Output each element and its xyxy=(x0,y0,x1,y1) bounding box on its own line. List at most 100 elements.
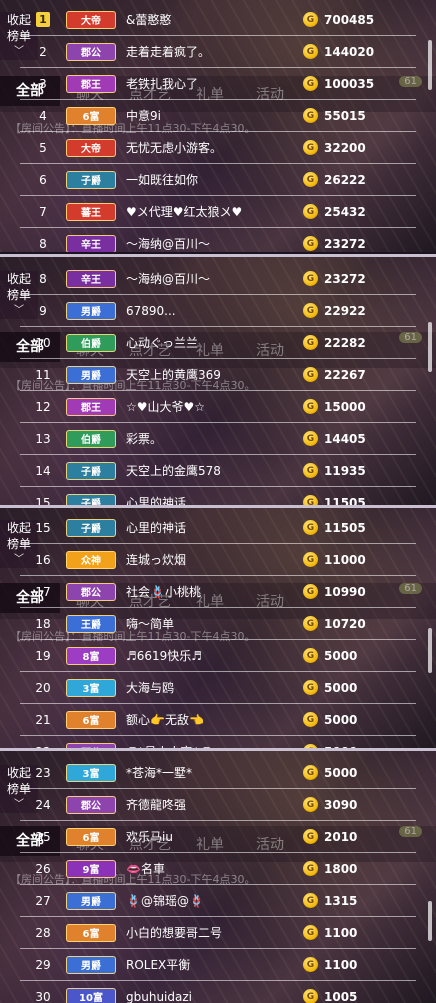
rank-number: 26 xyxy=(20,862,66,876)
user-name[interactable]: 小白的想要哥二号 xyxy=(126,924,303,941)
user-name[interactable]: ♬6619快乐♬ xyxy=(126,647,303,664)
user-name[interactable]: ～海纳@百川～ xyxy=(126,270,303,287)
ranking-row[interactable]: 29男爵ROLEX平衡G1100 xyxy=(20,949,416,981)
user-name[interactable]: 一如既往如你 xyxy=(126,171,303,188)
ranking-list[interactable]: 233富*苍海*一墅*G500024郡公齐德龍咚强G3090256富欢乐马iuG… xyxy=(20,757,416,1003)
noble-rank-badge: 6富 xyxy=(66,107,116,125)
user-name[interactable]: ☆♥山大爷♥☆ xyxy=(126,398,303,415)
contribution-value: 3090 xyxy=(324,798,416,812)
ranking-row[interactable]: 256富欢乐马iuG2010 xyxy=(20,821,416,853)
user-name[interactable]: ～海纳@百川～ xyxy=(126,235,303,252)
ranking-row[interactable]: 14子爵天空上的金鹰578G11935 xyxy=(20,455,416,487)
user-name[interactable]: 连城っ炊烟 xyxy=(126,551,303,568)
contribution-value: 23272 xyxy=(324,272,416,286)
ranking-list[interactable]: 15子爵心里的神话G1150516众神连城っ炊烟G1100017郡公社会🪢小桃桃… xyxy=(20,512,416,751)
ranking-row[interactable]: 18王爵嗨～简单G10720 xyxy=(20,608,416,640)
user-name[interactable]: 天空上的金鹰578 xyxy=(126,462,303,479)
user-name[interactable]: 走着走着疯了。 xyxy=(126,43,303,60)
user-name[interactable]: 心里的神话 xyxy=(126,519,303,536)
list-scrollbar[interactable] xyxy=(428,322,432,372)
rank-number: 9 xyxy=(20,304,66,318)
user-name[interactable]: 社会🪢小桃桃 xyxy=(126,583,303,600)
list-scrollbar[interactable] xyxy=(428,628,432,673)
ranking-row[interactable]: 216富额心👉无敌👈G5000 xyxy=(20,704,416,736)
user-name[interactable]: 嗨～简单 xyxy=(126,615,303,632)
ranking-row[interactable]: 15子爵心里的神话G11505 xyxy=(20,487,416,507)
user-name[interactable]: 彩票。 xyxy=(126,430,303,447)
noble-rank-badge: 王爵 xyxy=(66,615,116,633)
coin-icon: G xyxy=(303,76,318,91)
contribution-value: 11505 xyxy=(324,521,416,535)
noble-rank-badge: 8富 xyxy=(66,647,116,665)
user-name[interactable]: 67890... xyxy=(126,304,303,318)
coin-icon: G xyxy=(303,367,318,382)
ranking-row[interactable]: 15子爵心里的神话G11505 xyxy=(20,512,416,544)
user-name[interactable]: &蕾憨憨 xyxy=(126,11,303,28)
ranking-row[interactable]: 10伯爵心动ぐっ兰兰G22282 xyxy=(20,327,416,359)
contribution-value: 11935 xyxy=(324,464,416,478)
ranking-row[interactable]: 198富♬6619快乐♬G5000 xyxy=(20,640,416,672)
coin-icon: G xyxy=(303,648,318,663)
user-name[interactable]: *苍海*一墅* xyxy=(126,764,303,781)
noble-rank-badge: 伯爵 xyxy=(66,430,116,448)
ranking-list[interactable]: 8辛王～海纳@百川～G232729男爵67890...G2292210伯爵心动ぐ… xyxy=(20,263,416,507)
coin-icon: G xyxy=(303,44,318,59)
user-name[interactable]: gbuhuidazi xyxy=(126,990,303,1003)
user-name[interactable]: 天空上的黄鹰369 xyxy=(126,366,303,383)
leaderboard-panel-3: 全部聊天点才艺礼单活动61【房间公告】：直播时间上午11点30-下午4点30。全… xyxy=(0,505,436,751)
user-name[interactable]: 心动ぐっ兰兰 xyxy=(126,334,303,351)
ranking-row[interactable]: 5大帝无忧无虑小游客。G32200 xyxy=(20,132,416,164)
user-name[interactable]: 大海与鸥 xyxy=(126,679,303,696)
ranking-row[interactable]: 9男爵67890...G22922 xyxy=(20,295,416,327)
list-scrollbar[interactable] xyxy=(428,901,432,941)
user-name[interactable]: 额心👉无敌👈 xyxy=(126,711,303,728)
ranking-row[interactable]: 203富大海与鸥G5000 xyxy=(20,672,416,704)
contribution-value: 22282 xyxy=(324,336,416,350)
ranking-row[interactable]: 6子爵一如既往如你G26222 xyxy=(20,164,416,196)
list-scrollbar[interactable] xyxy=(428,40,432,90)
noble-rank-badge: 男爵 xyxy=(66,302,116,320)
contribution-value: 1800 xyxy=(324,862,416,876)
rank-number: 6 xyxy=(20,173,66,187)
ranking-row[interactable]: 13伯爵彩票。G14405 xyxy=(20,423,416,455)
user-name[interactable]: 无忧无虑小游客。 xyxy=(126,139,303,156)
rank-number: 28 xyxy=(20,926,66,940)
ranking-row[interactable]: 233富*苍海*一墅*G5000 xyxy=(20,757,416,789)
user-name[interactable]: ♥〤代理♥红太狼〤♥ xyxy=(126,203,303,220)
ranking-row[interactable]: 3郡王老铁扎我心了G100035 xyxy=(20,68,416,100)
ranking-row[interactable]: 269富👄名車G1800 xyxy=(20,853,416,885)
ranking-row[interactable]: 286富小白的想要哥二号G1100 xyxy=(20,917,416,949)
user-name[interactable]: 🪢@锦瑶@🪢 xyxy=(126,892,303,909)
ranking-row[interactable]: 7蕃王♥〤代理♥红太狼〤♥G25432 xyxy=(20,196,416,228)
ranking-row[interactable]: 24郡公齐德龍咚强G3090 xyxy=(20,789,416,821)
noble-rank-badge: 子爵 xyxy=(66,171,116,189)
coin-icon: G xyxy=(303,12,318,27)
user-name[interactable]: 齐德龍咚强 xyxy=(126,796,303,813)
user-name[interactable]: 中意9i xyxy=(126,107,303,124)
rank-number: 2 xyxy=(20,45,66,59)
ranking-row[interactable]: 46富中意9iG55015 xyxy=(20,100,416,132)
user-name[interactable]: 欢乐马iu xyxy=(126,828,303,845)
noble-rank-badge: 伯爵 xyxy=(66,334,116,352)
coin-icon: G xyxy=(303,957,318,972)
contribution-value: 11000 xyxy=(324,553,416,567)
ranking-row[interactable]: 1大帝&蕾憨憨G700485 xyxy=(20,4,416,36)
ranking-row[interactable]: 8辛王～海纳@百川～G23272 xyxy=(20,228,416,252)
ranking-row[interactable]: 2郡公走着走着疯了。G144020 xyxy=(20,36,416,68)
ranking-row[interactable]: 11男爵天空上的黄鹰369G22267 xyxy=(20,359,416,391)
ranking-row[interactable]: 16众神连城っ炊烟G11000 xyxy=(20,544,416,576)
noble-rank-badge: 郡公 xyxy=(66,583,116,601)
ranking-row[interactable]: 17郡公社会🪢小桃桃G10990 xyxy=(20,576,416,608)
ranking-list[interactable]: 1大帝&蕾憨憨G7004852郡公走着走着疯了。G1440203郡王老铁扎我心了… xyxy=(20,4,416,252)
ranking-row[interactable]: 12郡王☆♥山大爷♥☆G15000 xyxy=(20,391,416,423)
coin-icon: G xyxy=(303,108,318,123)
user-name[interactable]: 老铁扎我心了 xyxy=(126,75,303,92)
ranking-row[interactable]: 27男爵🪢@锦瑶@🪢G1315 xyxy=(20,885,416,917)
user-name[interactable]: 👄名車 xyxy=(126,860,303,877)
user-name[interactable]: ROLEX平衡 xyxy=(126,956,303,973)
coin-icon: G xyxy=(303,335,318,350)
ranking-row[interactable]: 8辛王～海纳@百川～G23272 xyxy=(20,263,416,295)
contribution-value: 23272 xyxy=(324,237,416,251)
noble-rank-badge: 子爵 xyxy=(66,519,116,537)
coin-icon: G xyxy=(303,552,318,567)
